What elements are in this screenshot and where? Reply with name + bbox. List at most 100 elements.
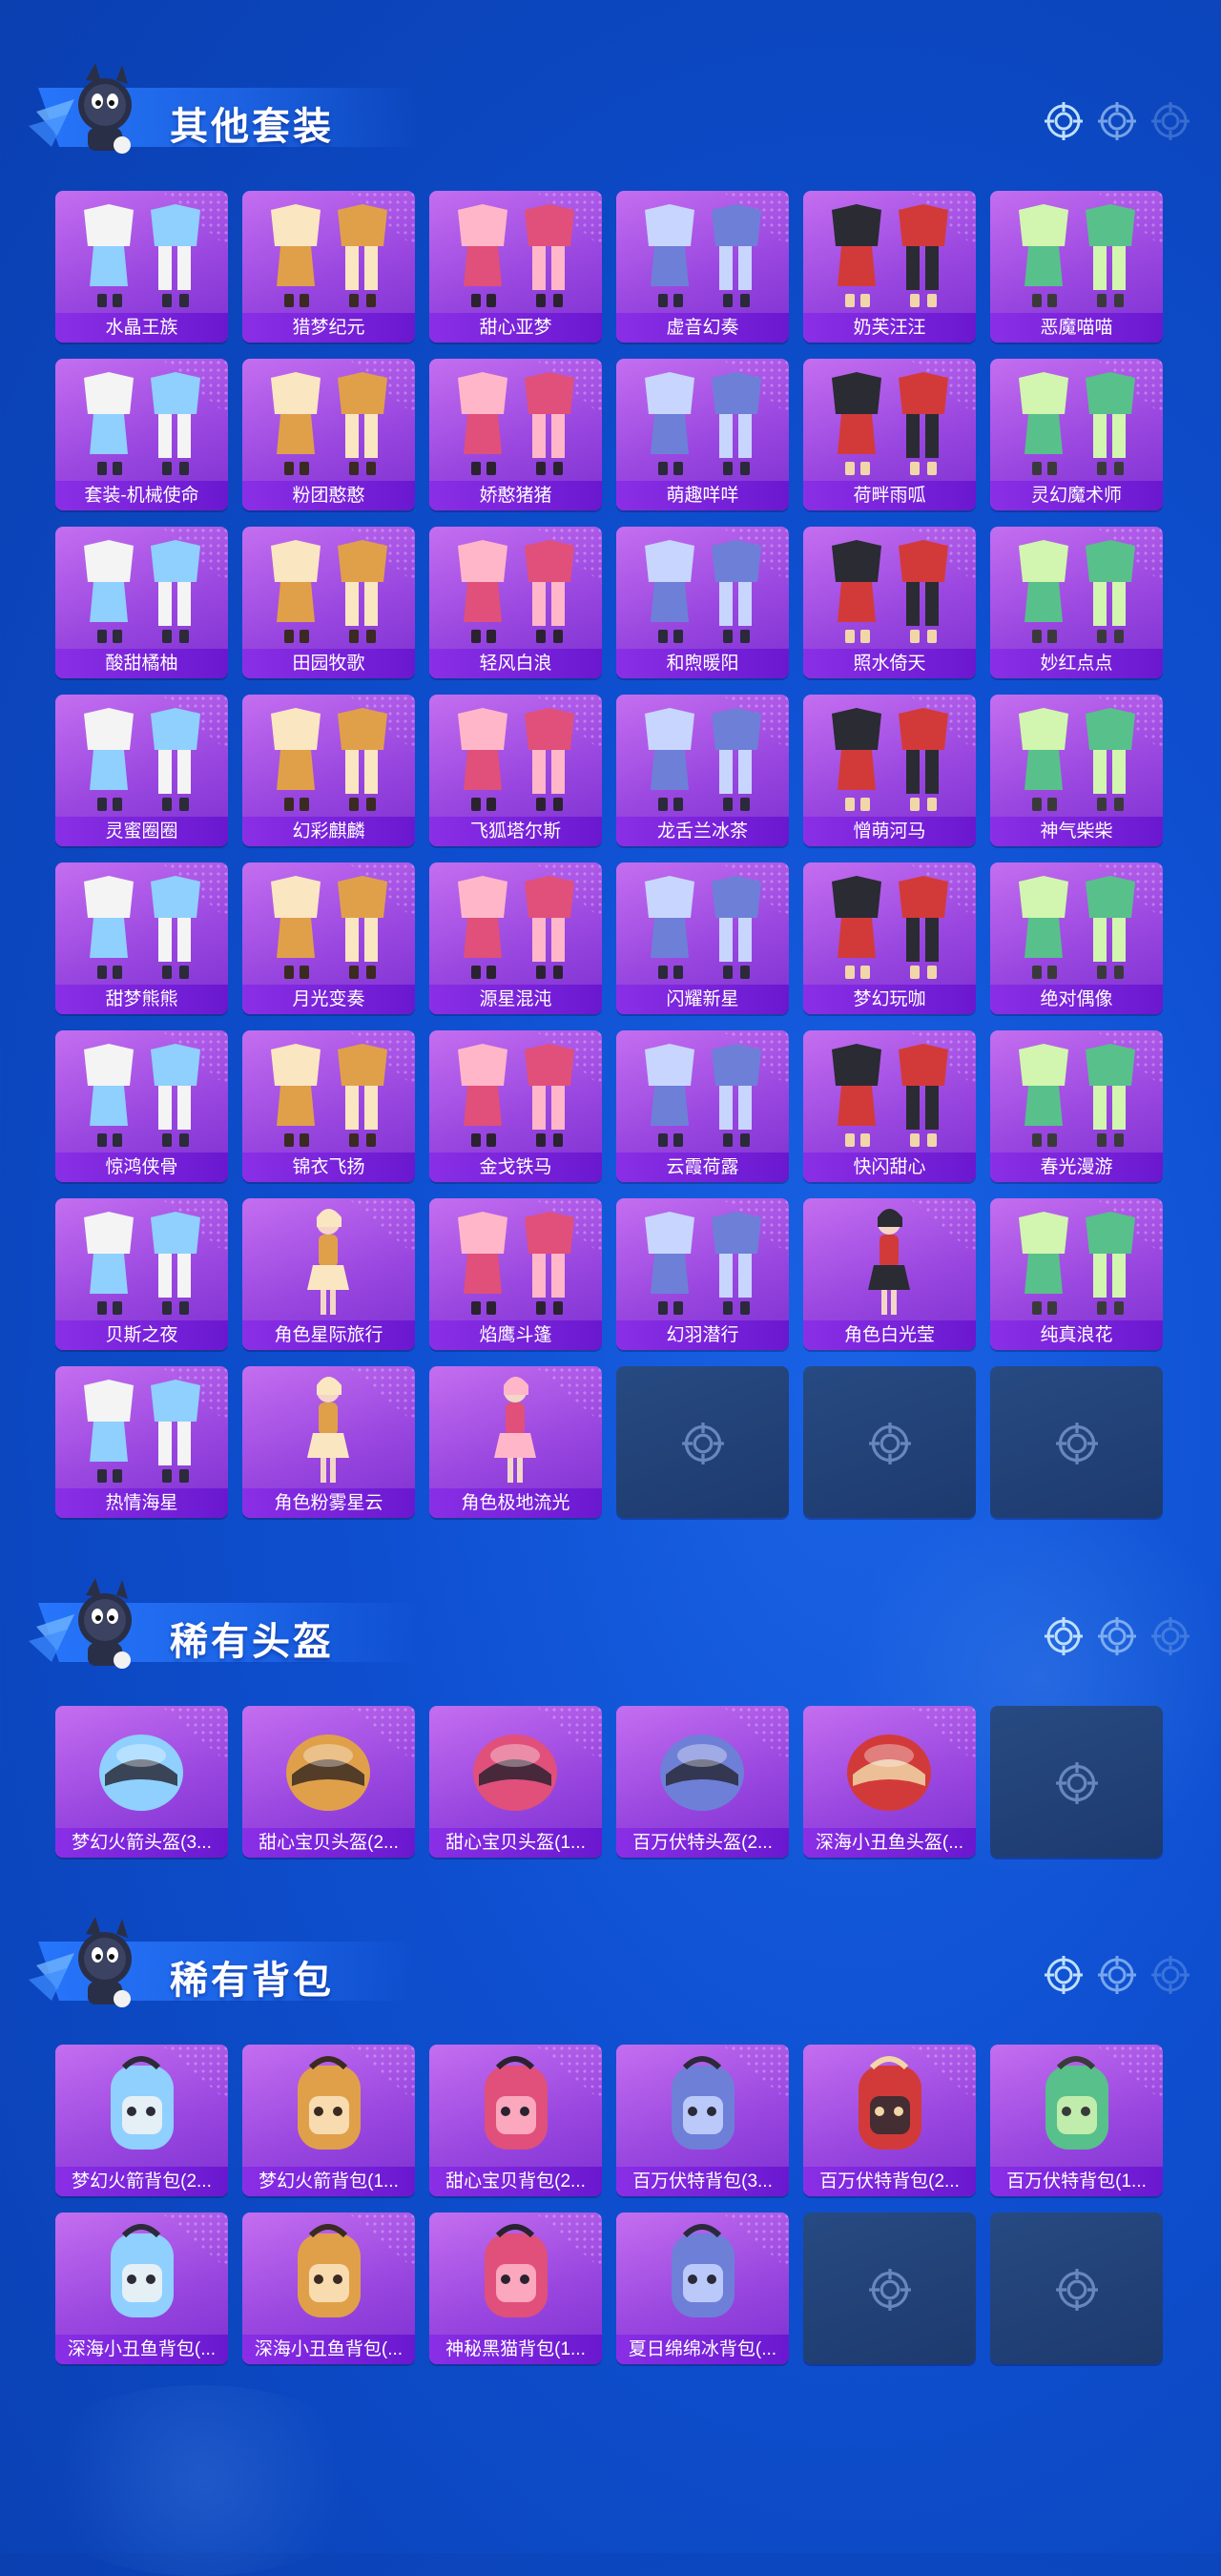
- item-label: 神秘黑猫背包(1...: [429, 2335, 602, 2364]
- outfit-icon: [645, 540, 761, 643]
- item-tile[interactable]: 娇憨猪猪: [429, 359, 602, 510]
- item-label: 角色粉雾星云: [242, 1488, 415, 1518]
- item-label: 甜心宝贝头盔(1...: [429, 1828, 602, 1858]
- item-tile[interactable]: 角色粉雾星云: [242, 1366, 415, 1518]
- item-label: 百万伏特背包(2...: [803, 2167, 976, 2196]
- empty-slot-crosshair: [681, 1422, 725, 1465]
- item-tile[interactable]: 贝斯之夜: [55, 1198, 228, 1350]
- item-tile[interactable]: 奶芙汪汪: [803, 191, 976, 343]
- item-tile[interactable]: 田园牧歌: [242, 527, 415, 678]
- item-tile[interactable]: 夏日绵绵冰背包(...: [616, 2212, 789, 2364]
- item-tile[interactable]: 幻羽潜行: [616, 1198, 789, 1350]
- item-tile[interactable]: 闪耀新星: [616, 862, 789, 1014]
- outfit-icon: [84, 372, 200, 475]
- outfit-icon: [84, 1380, 200, 1483]
- backpack-icon: [485, 2224, 548, 2317]
- outfit-icon: [271, 876, 387, 979]
- item-label: 虚音幻奏: [616, 313, 789, 343]
- item-tile[interactable]: 百万伏特背包(2...: [803, 2045, 976, 2196]
- item-tile[interactable]: 百万伏特背包(1...: [990, 2045, 1163, 2196]
- item-tile[interactable]: 妙红点点: [990, 527, 1163, 678]
- outfit-icon: [458, 1044, 574, 1147]
- outfit-icon: [271, 204, 387, 307]
- crosshair-icon: [1045, 102, 1083, 140]
- item-tile[interactable]: 深海小丑鱼背包(...: [55, 2212, 228, 2364]
- item-tile[interactable]: 焰鹰斗篷: [429, 1198, 602, 1350]
- item-label: 甜梦熊熊: [55, 985, 228, 1014]
- item-tile[interactable]: 神气柴柴: [990, 695, 1163, 846]
- item-tile[interactable]: 梦幻玩咖: [803, 862, 976, 1014]
- item-tile[interactable]: 神秘黑猫背包(1...: [429, 2212, 602, 2364]
- item-tile[interactable]: 百万伏特头盔(2...: [616, 1706, 789, 1858]
- item-tile[interactable]: 恶魔喵喵: [990, 191, 1163, 343]
- item-tile[interactable]: 猎梦纪元: [242, 191, 415, 343]
- item-tile[interactable]: 荷畔雨呱: [803, 359, 976, 510]
- backpack-icon: [485, 2056, 548, 2150]
- item-tile[interactable]: 月光变奏: [242, 862, 415, 1014]
- item-tile[interactable]: 云霞荷露: [616, 1030, 789, 1182]
- item-tile[interactable]: 灵蜜圈圈: [55, 695, 228, 846]
- item-tile[interactable]: 憎萌河马: [803, 695, 976, 846]
- section-header-backpacks: 稀有背包: [0, 1913, 1221, 2018]
- empty-slot-crosshair: [1055, 1761, 1099, 1805]
- outfit-icon: [84, 204, 200, 307]
- crosshair-icon: [1151, 102, 1190, 140]
- item-tile[interactable]: 深海小丑鱼背包(...: [242, 2212, 415, 2364]
- item-tile[interactable]: 快闪甜心: [803, 1030, 976, 1182]
- item-tile[interactable]: 飞狐塔尔斯: [429, 695, 602, 846]
- item-tile[interactable]: 甜梦熊熊: [55, 862, 228, 1014]
- item-tile[interactable]: 春光漫游: [990, 1030, 1163, 1182]
- item-label: 热情海星: [55, 1488, 228, 1518]
- crosshair-icon: [1098, 102, 1136, 140]
- outfit-icon: [1019, 1044, 1135, 1147]
- item-tile[interactable]: 热情海星: [55, 1366, 228, 1518]
- item-tile[interactable]: 灵幻魔术师: [990, 359, 1163, 510]
- item-tile[interactable]: 源星混沌: [429, 862, 602, 1014]
- item-tile[interactable]: 梦幻火箭背包(1...: [242, 2045, 415, 2196]
- item-tile[interactable]: 萌趣咩咩: [616, 359, 789, 510]
- outfit-icon: [645, 1044, 761, 1147]
- outfit-icon: [84, 708, 200, 811]
- empty-slot-crosshair: [1055, 1422, 1099, 1465]
- item-tile[interactable]: 照水倚天: [803, 527, 976, 678]
- crosshair-decoration: [1097, 1616, 1137, 1656]
- item-tile[interactable]: 梦幻火箭头盔(3...: [55, 1706, 228, 1858]
- item-label: 幻羽潜行: [616, 1320, 789, 1350]
- item-tile[interactable]: 甜心宝贝背包(2...: [429, 2045, 602, 2196]
- item-tile[interactable]: 粉团憨憨: [242, 359, 415, 510]
- item-label: 闪耀新星: [616, 985, 789, 1014]
- item-tile[interactable]: 纯真浪花: [990, 1198, 1163, 1350]
- item-tile[interactable]: 龙舌兰冰茶: [616, 695, 789, 846]
- empty-slot: [803, 1366, 976, 1518]
- item-tile[interactable]: 角色极地流光: [429, 1366, 602, 1518]
- item-tile[interactable]: 酸甜橘柚: [55, 527, 228, 678]
- item-tile[interactable]: 甜心宝贝头盔(2...: [242, 1706, 415, 1858]
- item-tile[interactable]: 深海小丑鱼头盔(...: [803, 1706, 976, 1858]
- item-label: 春光漫游: [990, 1153, 1163, 1182]
- item-tile[interactable]: 和煦暖阳: [616, 527, 789, 678]
- item-label: 猎梦纪元: [242, 313, 415, 343]
- item-tile[interactable]: 轻风白浪: [429, 527, 602, 678]
- item-tile[interactable]: 甜心宝贝头盔(1...: [429, 1706, 602, 1858]
- item-tile[interactable]: 绝对偶像: [990, 862, 1163, 1014]
- outfit-icon: [271, 1044, 387, 1147]
- item-tile[interactable]: 角色白光莹: [803, 1198, 976, 1350]
- crosshair-decoration: [1150, 1955, 1190, 1995]
- section-title: 其他套装: [170, 106, 334, 148]
- item-tile[interactable]: 角色星际旅行: [242, 1198, 415, 1350]
- item-tile[interactable]: 惊鸿侠骨: [55, 1030, 228, 1182]
- item-label: 快闪甜心: [803, 1153, 976, 1182]
- item-tile[interactable]: 金戈铁马: [429, 1030, 602, 1182]
- mascot-icon: [29, 1578, 132, 1669]
- item-tile[interactable]: 锦衣飞扬: [242, 1030, 415, 1182]
- item-tile[interactable]: 百万伏特背包(3...: [616, 2045, 789, 2196]
- outfit-icon: [1019, 708, 1135, 811]
- item-label: 百万伏特背包(3...: [616, 2167, 789, 2196]
- item-tile[interactable]: 梦幻火箭背包(2...: [55, 2045, 228, 2196]
- item-tile[interactable]: 虚音幻奏: [616, 191, 789, 343]
- crosshair-icon: [1151, 1956, 1190, 1994]
- item-tile[interactable]: 套装-机械使命: [55, 359, 228, 510]
- item-tile[interactable]: 水晶王族: [55, 191, 228, 343]
- item-tile[interactable]: 幻彩麒麟: [242, 695, 415, 846]
- item-tile[interactable]: 甜心亚梦: [429, 191, 602, 343]
